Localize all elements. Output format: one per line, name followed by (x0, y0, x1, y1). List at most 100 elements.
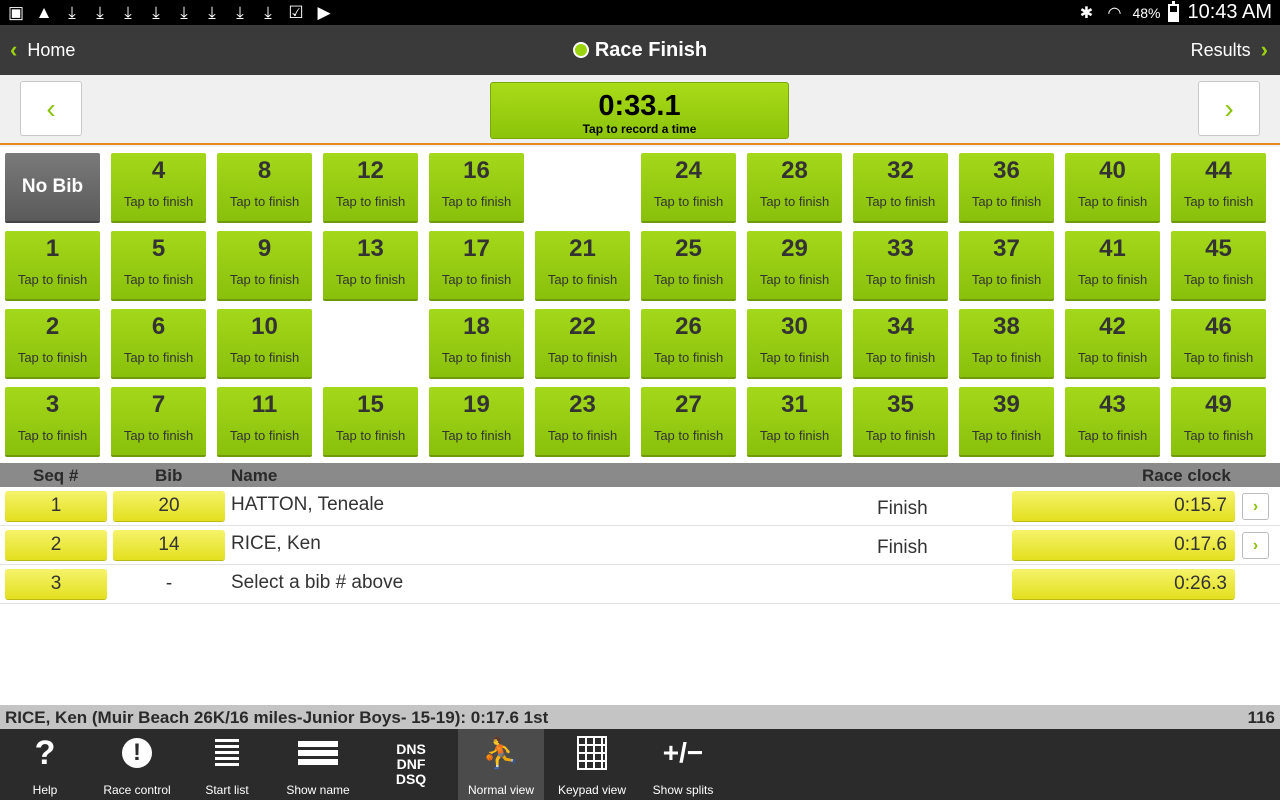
bib-finish-label: Tap to finish (865, 428, 936, 443)
row-detail-button[interactable]: › (1242, 532, 1269, 559)
bib-button-34[interactable]: 34 Tap to finish (853, 309, 948, 377)
bib-button-29[interactable]: 29 Tap to finish (747, 231, 842, 299)
race-control-button[interactable]: ! Race control (90, 729, 184, 800)
bib-button-7[interactable]: 7 Tap to finish (111, 387, 206, 455)
no-bib-button[interactable]: No Bib (5, 153, 100, 221)
race-clock-cell[interactable]: 0:17.6 (1012, 530, 1235, 560)
bib-button-46[interactable]: 46 Tap to finish (1171, 309, 1266, 377)
record-time-button[interactable]: 0:33.1 Tap to record a time (490, 82, 789, 139)
row-detail-button[interactable]: › (1242, 493, 1269, 520)
bib-button-18[interactable]: 18 Tap to finish (429, 309, 524, 377)
bib-number: 43 (1099, 391, 1126, 418)
notification-icons: ▣ ▲ ⤓ ⤓ ⤓ ⤓ ⤓ ⤓ ⤓ ⤓ ☑ ▶ (6, 3, 334, 22)
bib-button-16[interactable]: 16 Tap to finish (429, 153, 524, 221)
bib-button-32[interactable]: 32 Tap to finish (853, 153, 948, 221)
bib-finish-label: Tap to finish (229, 194, 300, 209)
bottom-toolbar: ? Help ! Race control Start list Show na… (0, 729, 1280, 800)
bib-cell[interactable]: 20 (113, 491, 225, 521)
bib-number: 8 (257, 157, 272, 184)
bib-button-1[interactable]: 1 Tap to finish (5, 231, 100, 299)
next-button[interactable]: › (1198, 81, 1260, 136)
show-splits-button[interactable]: +/− Show splits (638, 729, 728, 800)
dns-dnf-dsq-button[interactable]: DNS DNF DSQ (366, 729, 456, 800)
bib-finish-label: Tap to finish (547, 428, 618, 443)
seq-cell[interactable]: 1 (5, 491, 107, 521)
battery-icon (1168, 0, 1180, 22)
bib-button-42[interactable]: 42 Tap to finish (1065, 309, 1160, 377)
bib-button-31[interactable]: 31 Tap to finish (747, 387, 842, 455)
bib-button-21[interactable]: 21 Tap to finish (535, 231, 630, 299)
bib-button-37[interactable]: 37 Tap to finish (959, 231, 1054, 299)
dns-text: DNS (396, 741, 426, 757)
bib-button-15[interactable]: 15 Tap to finish (323, 387, 418, 455)
bib-button-38[interactable]: 38 Tap to finish (959, 309, 1054, 377)
home-button[interactable]: ‹ Home (10, 25, 75, 75)
bib-button-44[interactable]: 44 Tap to finish (1171, 153, 1266, 221)
race-clock-cell[interactable]: 0:15.7 (1012, 491, 1235, 521)
bib-button-39[interactable]: 39 Tap to finish (959, 387, 1054, 455)
list-icon (215, 739, 239, 767)
keypad-view-button[interactable]: Keypad view (546, 729, 638, 800)
bib-button-27[interactable]: 27 Tap to finish (641, 387, 736, 455)
bib-button-45[interactable]: 45 Tap to finish (1171, 231, 1266, 299)
bib-button-43[interactable]: 43 Tap to finish (1065, 387, 1160, 455)
alert-icon: ! (122, 738, 152, 768)
bib-button-25[interactable]: 25 Tap to finish (641, 231, 736, 299)
bib-button-35[interactable]: 35 Tap to finish (853, 387, 948, 455)
race-clock-cell[interactable]: 0:26.3 (1012, 569, 1235, 599)
previous-button[interactable]: ‹ (20, 81, 82, 136)
bib-finish-label: Tap to finish (441, 350, 512, 365)
bib-number: 28 (781, 157, 808, 184)
record-hint: Tap to record a time (582, 122, 697, 136)
bib-button-13[interactable]: 13 Tap to finish (323, 231, 418, 299)
show-name-button[interactable]: Show name (270, 729, 366, 800)
bib-finish-label: Tap to finish (123, 350, 194, 365)
results-button[interactable]: Results › (1191, 25, 1268, 75)
download-icon: ⤓ (264, 3, 272, 22)
bib-button-6[interactable]: 6 Tap to finish (111, 309, 206, 377)
bib-button-10[interactable]: 10 Tap to finish (217, 309, 312, 377)
bib-number: 42 (1099, 313, 1126, 340)
bib-button-5[interactable]: 5 Tap to finish (111, 231, 206, 299)
bib-button-4[interactable]: 4 Tap to finish (111, 153, 206, 221)
bib-button-28[interactable]: 28 Tap to finish (747, 153, 842, 221)
bib-button-23[interactable]: 23 Tap to finish (535, 387, 630, 455)
bib-cell[interactable]: 14 (113, 530, 225, 560)
bib-button-49[interactable]: 49 Tap to finish (1171, 387, 1266, 455)
bib-button-22[interactable]: 22 Tap to finish (535, 309, 630, 377)
seq-cell[interactable]: 3 (5, 569, 107, 599)
bib-number: 21 (569, 235, 596, 262)
bib-number: 38 (993, 313, 1020, 340)
bib-finish-label: Tap to finish (653, 194, 724, 209)
bib-button-26[interactable]: 26 Tap to finish (641, 309, 736, 377)
bib-finish-label: Tap to finish (547, 350, 618, 365)
help-button[interactable]: ? Help (0, 729, 90, 800)
bib-number: 46 (1205, 313, 1232, 340)
bib-button-8[interactable]: 8 Tap to finish (217, 153, 312, 221)
bib-button-24[interactable]: 24 Tap to finish (641, 153, 736, 221)
bib-button-12[interactable]: 12 Tap to finish (323, 153, 418, 221)
bib-button-30[interactable]: 30 Tap to finish (747, 309, 842, 377)
bib-button-11[interactable]: 11 Tap to finish (217, 387, 312, 455)
bib-button-2[interactable]: 2 Tap to finish (5, 309, 100, 377)
normal-view-button[interactable]: ⛹ Normal view (458, 729, 544, 800)
bib-finish-label: Tap to finish (759, 428, 830, 443)
bib-button-41[interactable]: 41 Tap to finish (1065, 231, 1160, 299)
bib-button-33[interactable]: 33 Tap to finish (853, 231, 948, 299)
bib-button-9[interactable]: 9 Tap to finish (217, 231, 312, 299)
bib-button-19[interactable]: 19 Tap to finish (429, 387, 524, 455)
bib-finish-label: Tap to finish (335, 272, 406, 287)
bib-button-3[interactable]: 3 Tap to finish (5, 387, 100, 455)
bib-number: 5 (151, 235, 166, 262)
start-list-button[interactable]: Start list (184, 729, 270, 800)
race-clock: 0:33.1 (598, 90, 681, 122)
bib-button-36[interactable]: 36 Tap to finish (959, 153, 1054, 221)
seq-cell[interactable]: 2 (5, 530, 107, 560)
bib-button-17[interactable]: 17 Tap to finish (429, 231, 524, 299)
status-bar: ▣ ▲ ⤓ ⤓ ⤓ ⤓ ⤓ ⤓ ⤓ ⤓ ☑ ▶ ✱ ◠ 48% 10:43 AM (0, 0, 1280, 25)
normal-view-label: Normal view (467, 783, 534, 797)
clock-time: 10:43 AM (1187, 1, 1272, 23)
race-finish-screen: ▣ ▲ ⤓ ⤓ ⤓ ⤓ ⤓ ⤓ ⤓ ⤓ ☑ ▶ ✱ ◠ 48% 10:43 AM Race Finis… (0, 0, 1280, 800)
bib-number: 12 (357, 157, 384, 184)
bib-button-40[interactable]: 40 Tap to finish (1065, 153, 1160, 221)
